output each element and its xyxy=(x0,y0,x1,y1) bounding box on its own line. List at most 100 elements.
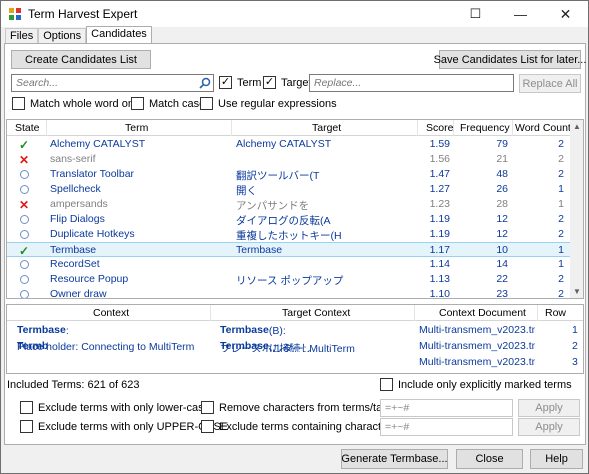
row-number-cell: 2 xyxy=(572,340,578,352)
open-circle-icon[interactable] xyxy=(20,215,29,224)
table-row[interactable]: ✓ Termbase Termbase 1.17 10 1 xyxy=(7,242,583,258)
table-row[interactable]: Duplicate Hotkeys 重複したホットキー(H 1.19 12 2 xyxy=(7,227,583,242)
tab-files[interactable]: Files xyxy=(5,28,39,44)
column-frequency[interactable]: Frequency xyxy=(460,122,510,134)
score-cell: 1.23 xyxy=(429,198,450,210)
scroll-down-icon[interactable]: ▼ xyxy=(573,287,581,296)
save-candidates-button[interactable]: Save Candidates List for later... xyxy=(434,50,586,69)
search-input[interactable]: Search... xyxy=(11,74,214,92)
score-cell: 1.27 xyxy=(429,183,450,195)
row-number-cell: 1 xyxy=(572,324,578,336)
rejected-x-icon[interactable]: ✕ xyxy=(19,198,29,212)
exclude-lower-case-checkbox[interactable]: Exclude terms with only lower-case xyxy=(20,401,210,414)
terms-table: State Term Target Score Frequency Word C… xyxy=(6,119,584,299)
column-target-context[interactable]: Target Context xyxy=(282,307,350,319)
apply-remove-button[interactable]: Apply xyxy=(518,399,580,417)
open-circle-icon[interactable] xyxy=(20,185,29,194)
match-whole-word-checkbox[interactable]: Match whole word only xyxy=(12,97,142,110)
maximize-button[interactable]: ☐ xyxy=(453,1,498,27)
window-title: Term Harvest Expert xyxy=(28,7,138,21)
word-count-cell: 2 xyxy=(558,228,564,240)
target-checkbox[interactable]: ✓ Target xyxy=(263,76,312,89)
open-circle-icon[interactable] xyxy=(20,230,29,239)
column-row[interactable]: Row xyxy=(545,307,566,319)
word-count-cell: 2 xyxy=(558,273,564,285)
candidates-panel: Create Candidates List Save Candidates L… xyxy=(4,43,586,445)
open-circle-icon[interactable] xyxy=(20,290,29,298)
frequency-cell: 22 xyxy=(496,273,508,285)
score-cell: 1.10 xyxy=(429,288,450,299)
column-context-document[interactable]: Context Document xyxy=(439,307,526,319)
dialog-footer: Generate Termbase... Close Help xyxy=(1,445,588,473)
frequency-cell: 12 xyxy=(496,228,508,240)
close-button[interactable]: ✕ xyxy=(543,1,588,27)
match-case-checkbox[interactable]: Match case xyxy=(131,97,205,110)
context-text: Termbase xyxy=(17,324,66,336)
use-regex-checkbox[interactable]: Use regular expressions xyxy=(200,97,337,110)
table-row[interactable]: ✓ Alchemy CATALYST Alchemy CATALYST 1.59 79 2 xyxy=(7,137,583,152)
target-cell: Termbase xyxy=(236,244,283,256)
apply-exclude-button[interactable]: Apply xyxy=(518,418,580,436)
scroll-up-icon[interactable]: ▲ xyxy=(573,122,581,131)
exclude-upper-case-checkbox[interactable]: Exclude terms with only UPPER-CASE xyxy=(20,420,228,433)
target-cell: ダイアログの反転(A xyxy=(236,215,331,227)
column-score[interactable]: Score xyxy=(426,122,453,134)
accepted-check-icon[interactable]: ✓ xyxy=(19,244,29,258)
rejected-x-icon[interactable]: ✕ xyxy=(19,153,29,167)
tab-candidates[interactable]: Candidates xyxy=(86,26,152,44)
table-row[interactable]: Flip Dialogs ダイアログの反転(A 1.19 12 2 xyxy=(7,212,583,227)
open-circle-icon[interactable] xyxy=(20,275,29,284)
table-row[interactable]: Translator Toolbar 翻訳ツールバー(T 1.47 48 2 xyxy=(7,167,583,182)
create-candidates-button[interactable]: Create Candidates List xyxy=(11,50,151,69)
context-document-cell: Multi-transmem_v2023.tm - xyxy=(419,324,535,336)
score-cell: 1.19 xyxy=(429,228,450,240)
replace-input[interactable]: Replace... xyxy=(309,74,514,92)
column-context[interactable]: Context xyxy=(93,307,129,319)
table-row[interactable]: ✕ ampersands アンパサンドを 1.23 28 1 xyxy=(7,197,583,212)
word-count-cell: 2 xyxy=(558,138,564,150)
term-checkbox[interactable]: ✓ Term xyxy=(219,76,261,89)
replace-all-button[interactable]: Replace All xyxy=(519,74,581,93)
column-target[interactable]: Target xyxy=(312,122,341,134)
context-row[interactable]: Please wait while Catalyst connects to t… xyxy=(7,355,583,370)
context-row[interactable]: Place holder: Connecting to MultiTerm Te… xyxy=(7,339,583,354)
table-row[interactable]: RecordSet 1.14 14 1 xyxy=(7,257,583,272)
exclude-characters-checkbox[interactable]: Exclude terms containing characters: xyxy=(201,420,399,433)
frequency-cell: 14 xyxy=(496,258,508,270)
help-button[interactable]: Help xyxy=(530,449,583,469)
context-text: Place holder: Connecting to MultiTerm xyxy=(17,341,195,352)
remove-characters-checkbox[interactable]: Remove characters from terms/targets: xyxy=(201,401,410,414)
table-row[interactable]: ✕ sans-serif 1.56 21 2 xyxy=(7,152,583,167)
term-cell: Owner draw xyxy=(50,288,107,299)
column-term[interactable]: Term xyxy=(125,122,148,134)
open-circle-icon[interactable] xyxy=(20,260,29,269)
tab-strip: Files Options Candidates xyxy=(5,26,152,44)
table-row[interactable]: Owner draw 1.10 23 2 xyxy=(7,287,583,299)
context-text: Termbase xyxy=(220,324,269,336)
open-circle-icon[interactable] xyxy=(20,170,29,179)
close-dialog-button[interactable]: Close xyxy=(456,449,523,469)
remove-characters-input[interactable]: =+~# xyxy=(380,399,513,417)
term-cell: sans-serif xyxy=(50,153,96,165)
row-number-cell: 3 xyxy=(572,356,578,368)
frequency-cell: 28 xyxy=(496,198,508,210)
accepted-check-icon[interactable]: ✓ xyxy=(19,138,29,152)
minimize-button[interactable]: — xyxy=(498,1,543,27)
tab-options[interactable]: Options xyxy=(38,28,87,44)
frequency-cell: 21 xyxy=(496,153,508,165)
column-state[interactable]: State xyxy=(15,122,40,134)
exclude-characters-input[interactable]: =+~# xyxy=(380,418,513,436)
frequency-cell: 48 xyxy=(496,168,508,180)
app-window: Term Harvest Expert — ✕ ☐ Files Options … xyxy=(0,0,589,474)
search-icon[interactable] xyxy=(199,77,211,89)
context-row[interactable]: Termbase: Termbase (B): Multi-transmem_v202… xyxy=(7,323,583,338)
terms-scrollbar[interactable]: ▲ ▼ xyxy=(570,120,583,298)
frequency-cell: 79 xyxy=(496,138,508,150)
table-row[interactable]: Spellcheck 開く 1.27 26 1 xyxy=(7,182,583,197)
frequency-cell: 26 xyxy=(496,183,508,195)
table-row[interactable]: Resource Popup リソース ポップアップ 1.13 22 2 xyxy=(7,272,583,287)
term-cell: Flip Dialogs xyxy=(50,213,105,225)
only-marked-checkbox[interactable]: Include only explicitly marked terms xyxy=(380,378,572,391)
column-word-count[interactable]: Word Count xyxy=(515,122,571,134)
generate-termbase-button[interactable]: Generate Termbase... xyxy=(341,449,448,469)
